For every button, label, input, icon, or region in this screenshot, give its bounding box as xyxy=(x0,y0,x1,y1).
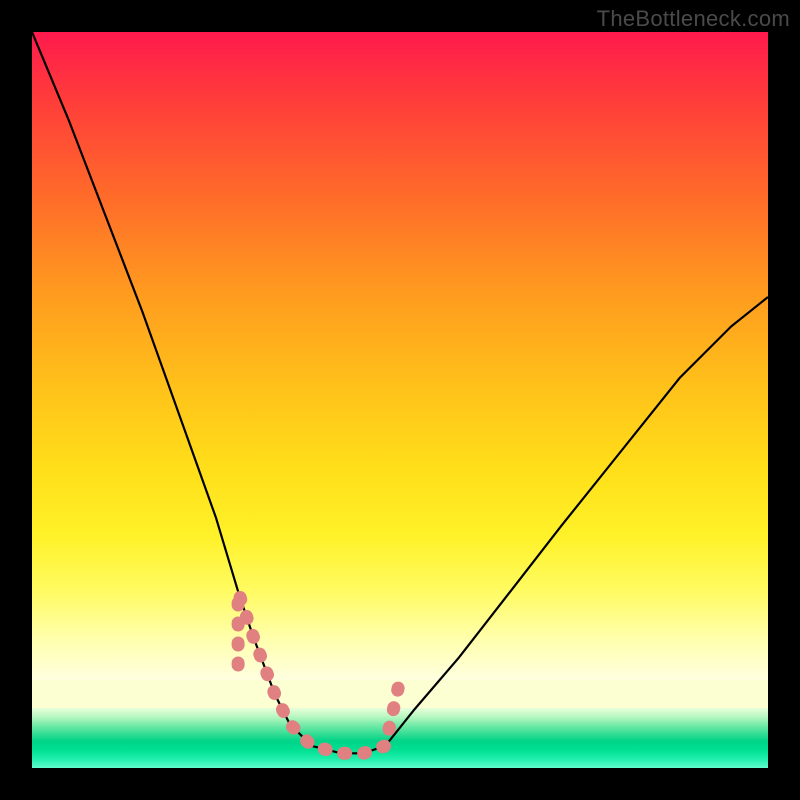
chart-frame: TheBottleneck.com xyxy=(0,0,800,800)
watermark-label: TheBottleneck.com xyxy=(597,6,790,32)
bottleneck-curve xyxy=(32,32,768,753)
valley-marker xyxy=(238,591,400,753)
curve-layer xyxy=(32,32,768,768)
plot-area xyxy=(32,32,768,768)
